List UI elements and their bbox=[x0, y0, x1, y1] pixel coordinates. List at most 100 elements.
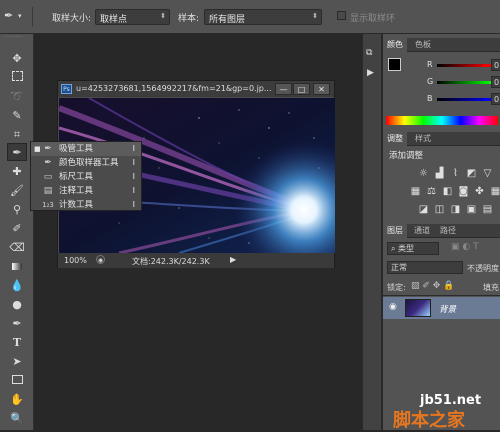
eye-icon[interactable]: ◉ bbox=[389, 302, 397, 312]
flyout-item-shortcut: I bbox=[132, 200, 135, 209]
selective-color-icon[interactable]: ▣ bbox=[466, 204, 477, 215]
tab-color[interactable]: 颜色 bbox=[383, 38, 407, 52]
eyedropper-icon: ✒ bbox=[4, 9, 14, 22]
layers-panel-tabs: 图层 通道 路径 bbox=[383, 224, 500, 238]
document-title: u=4253273681,1564992217&fm=21&gp=0.jp... bbox=[76, 84, 272, 93]
blue-slider[interactable] bbox=[437, 98, 491, 101]
flyout-item-label: 计数工具 bbox=[59, 200, 94, 210]
actions-panel-icon[interactable]: ▶ bbox=[367, 68, 379, 80]
crop-tool-icon[interactable]: ⌗ bbox=[7, 126, 27, 144]
history-brush-tool-icon[interactable]: ✐ bbox=[7, 220, 27, 238]
threshold-icon[interactable]: ◨ bbox=[450, 204, 461, 215]
flyout-item-label: 注释工具 bbox=[59, 186, 94, 196]
chevron-down-icon: ▾ bbox=[18, 12, 22, 20]
path-select-tool-icon[interactable]: ➤ bbox=[7, 353, 27, 371]
history-panel-icon[interactable]: ⧉ bbox=[366, 48, 379, 61]
minimize-button[interactable]: — bbox=[275, 83, 292, 95]
channel-mixer-icon[interactable]: ✤ bbox=[474, 186, 485, 197]
flyout-item-count[interactable]: 1₂3 计数工具 I bbox=[31, 198, 141, 212]
tab-adjustments[interactable]: 调整 bbox=[383, 132, 407, 146]
pen-tool-icon[interactable]: ✒ bbox=[7, 315, 27, 333]
sample-size-value: 取样点 bbox=[100, 15, 128, 25]
layer-name: 背景 bbox=[439, 305, 457, 315]
tool-preset-picker[interactable]: ✒ ▾ bbox=[4, 9, 26, 25]
panel-grip[interactable]: ·········· bbox=[4, 35, 30, 41]
flyout-item-eyedropper[interactable]: ■ ✒ 吸管工具 I bbox=[31, 142, 141, 156]
search-icon: ⌕ bbox=[391, 244, 396, 253]
blue-channel-label: B bbox=[427, 94, 433, 103]
photo-filter-icon[interactable]: ◙ bbox=[458, 186, 469, 197]
close-button[interactable]: ✕ bbox=[313, 83, 330, 95]
color-spectrum-ramp[interactable] bbox=[386, 116, 498, 125]
green-slider[interactable] bbox=[437, 81, 491, 84]
green-value-field[interactable]: 0 bbox=[491, 76, 500, 88]
flyout-item-label: 颜色取样器工具 bbox=[59, 158, 119, 168]
show-ring-checkbox[interactable] bbox=[337, 11, 346, 20]
tab-layers[interactable]: 图层 bbox=[383, 224, 407, 238]
exposure-icon[interactable]: ◩ bbox=[466, 168, 477, 179]
tab-styles[interactable]: 样式 bbox=[411, 132, 435, 146]
eraser-tool-icon[interactable]: ⌫ bbox=[7, 239, 27, 257]
quick-select-tool-icon[interactable]: ✎ bbox=[7, 107, 27, 125]
lock-icons[interactable]: ▨ ✐ ✥ 🔒 bbox=[411, 281, 454, 291]
zoom-level[interactable]: 100% bbox=[64, 256, 87, 265]
brightness-icon[interactable]: ☼ bbox=[418, 168, 429, 179]
blend-mode-select[interactable]: 正常 bbox=[387, 261, 463, 274]
shape-tool-icon[interactable] bbox=[7, 372, 27, 390]
blue-value-field[interactable]: 0 bbox=[491, 93, 500, 105]
show-ring-label: 显示取样环 bbox=[350, 14, 396, 24]
clone-stamp-tool-icon[interactable]: ⚲ bbox=[7, 201, 27, 219]
tab-paths[interactable]: 路径 bbox=[436, 224, 460, 238]
flyout-item-note[interactable]: ▤ 注释工具 I bbox=[31, 184, 141, 198]
dodge-tool-icon[interactable]: ● bbox=[7, 296, 27, 314]
blur-tool-icon[interactable]: 💧 bbox=[7, 277, 27, 295]
black-white-icon[interactable]: ◧ bbox=[442, 186, 453, 197]
healing-brush-tool-icon[interactable]: ✚ bbox=[7, 163, 27, 181]
tab-swatches[interactable]: 色板 bbox=[411, 38, 435, 52]
zoom-tool-icon[interactable]: 🔍 bbox=[7, 410, 27, 428]
vibrance-icon[interactable]: ▽ bbox=[482, 168, 493, 179]
tab-channels[interactable]: 通道 bbox=[410, 224, 434, 238]
flyout-item-shortcut: I bbox=[132, 172, 135, 181]
hand-tool-icon[interactable]: ✋ bbox=[7, 391, 27, 409]
flyout-item-shortcut: I bbox=[132, 186, 135, 195]
color-sampler-icon: ✒ bbox=[44, 158, 52, 168]
sample-value: 所有图层 bbox=[209, 15, 246, 25]
sample-size-select[interactable]: 取样点 ⬍ bbox=[95, 9, 170, 25]
color-balance-icon[interactable]: ⚖ bbox=[426, 186, 437, 197]
eyedropper-tool-icon[interactable]: ✒ bbox=[7, 143, 27, 161]
gradient-tool-icon[interactable] bbox=[7, 258, 27, 276]
red-value-field[interactable]: 0 bbox=[491, 59, 500, 71]
layer-row-background[interactable]: ◉ 背景 bbox=[383, 297, 500, 319]
gradient-map-icon[interactable]: ▤ bbox=[482, 204, 493, 215]
levels-icon[interactable]: ▟ bbox=[434, 168, 445, 179]
type-tool-icon[interactable]: T bbox=[7, 334, 27, 352]
options-bar: ✒ ▾ 取样大小: 取样点 ⬍ 样本: 所有图层 ⬍ 显示取样环 bbox=[0, 0, 500, 34]
add-adjustment-heading: 添加调整 bbox=[389, 151, 424, 161]
flyout-item-ruler[interactable]: ▭ 标尺工具 I bbox=[31, 170, 141, 184]
maximize-button[interactable]: □ bbox=[293, 83, 310, 95]
status-menu-arrow-icon[interactable]: ▶ bbox=[230, 255, 236, 264]
hue-saturation-icon[interactable]: ▦ bbox=[410, 186, 421, 197]
foreground-color-swatch[interactable] bbox=[388, 58, 401, 71]
curves-icon[interactable]: ⌇ bbox=[450, 168, 461, 179]
layer-filter-icons[interactable]: ▣ ◐ T bbox=[451, 242, 479, 252]
status-info-icon[interactable]: ◉ bbox=[96, 255, 105, 264]
divider bbox=[383, 295, 500, 296]
move-tool-icon[interactable]: ✥ bbox=[7, 50, 27, 68]
marquee-tool-icon[interactable] bbox=[7, 69, 27, 87]
sample-select[interactable]: 所有图层 ⬍ bbox=[204, 9, 322, 25]
red-slider[interactable] bbox=[437, 64, 491, 67]
invert-icon[interactable]: ◪ bbox=[418, 204, 429, 215]
layer-filter-select[interactable]: ⌕ 类型 bbox=[387, 242, 439, 255]
count-icon: 1₂3 bbox=[42, 201, 54, 209]
color-lookup-icon[interactable]: ▦ bbox=[490, 186, 500, 197]
lasso-tool-icon[interactable]: ➰ bbox=[7, 88, 27, 106]
chevron-down-icon: ⬍ bbox=[312, 12, 318, 20]
photoshop-logo-icon: Ps bbox=[61, 84, 72, 94]
posterize-icon[interactable]: ◫ bbox=[434, 204, 445, 215]
chevron-down-icon: ⬍ bbox=[160, 12, 166, 20]
blend-mode-value: 正常 bbox=[391, 263, 407, 272]
flyout-item-color-sampler[interactable]: ✒ 颜色取样器工具 I bbox=[31, 156, 141, 170]
brush-tool-icon[interactable]: 🖌 bbox=[7, 182, 27, 200]
